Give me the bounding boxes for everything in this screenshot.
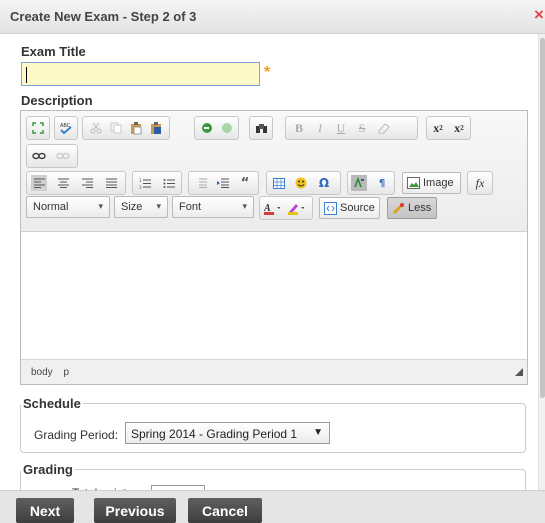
image-icon bbox=[407, 177, 420, 190]
paragraph-format-value: Normal bbox=[33, 201, 69, 213]
element-path: body p bbox=[31, 367, 77, 378]
undo-icon[interactable] bbox=[199, 120, 215, 136]
previous-button[interactable]: Previous bbox=[94, 498, 176, 523]
scrollbar-thumb[interactable] bbox=[540, 38, 545, 398]
scrollbar[interactable] bbox=[538, 34, 545, 490]
remove-format-icon[interactable] bbox=[375, 120, 391, 136]
exam-title-label: Exam Title bbox=[21, 44, 86, 59]
undo-redo-group bbox=[194, 116, 239, 140]
unlink-icon[interactable] bbox=[55, 148, 71, 164]
table-icon[interactable] bbox=[271, 175, 287, 191]
paragraph-mark-icon[interactable]: ¶ bbox=[374, 175, 390, 191]
underline-icon[interactable]: U bbox=[333, 120, 349, 136]
font-family-value: Font bbox=[179, 201, 202, 213]
editor-statusbar: body p bbox=[21, 359, 527, 384]
insert-image-button[interactable]: Image bbox=[402, 172, 461, 194]
chevron-down-icon: ▾ bbox=[156, 201, 161, 211]
outdent-icon[interactable] bbox=[193, 175, 209, 191]
show-blocks-icon[interactable] bbox=[351, 175, 367, 191]
italic-icon[interactable]: I bbox=[312, 120, 328, 136]
cancel-button[interactable]: Cancel bbox=[188, 498, 262, 523]
bulleted-list-icon[interactable] bbox=[161, 175, 177, 191]
grading-period-select[interactable]: Spring 2014 - Grading Period 1 ▼ bbox=[125, 422, 330, 444]
basic-styles-group: B I U S bbox=[285, 116, 418, 140]
grading-period-label: Grading Period: bbox=[34, 428, 119, 442]
smiley-icon[interactable] bbox=[293, 175, 309, 191]
required-marker: * bbox=[264, 64, 271, 81]
source-label: Source bbox=[340, 202, 375, 214]
find-group bbox=[249, 116, 273, 140]
chevron-down-icon: ▾ bbox=[242, 201, 247, 211]
collapse-icon bbox=[392, 202, 405, 215]
chevron-down-icon: ▾ bbox=[98, 201, 103, 211]
dialog-footer: Next Previous Cancel bbox=[0, 490, 545, 523]
formula-group: fx bbox=[467, 171, 493, 195]
close-icon[interactable]: × bbox=[534, 6, 545, 24]
source-button[interactable]: Source bbox=[319, 197, 380, 219]
font-size-value: Size bbox=[121, 201, 143, 213]
background-color-icon[interactable] bbox=[288, 200, 304, 216]
cut-icon[interactable] bbox=[88, 120, 104, 136]
exam-title-input[interactable] bbox=[21, 62, 260, 86]
strikethrough-icon[interactable]: S bbox=[354, 120, 370, 136]
spellcheck-icon[interactable]: ABC bbox=[58, 120, 74, 136]
alignment-group bbox=[26, 171, 126, 195]
dialog-title: Create New Exam - Step 2 of 3 bbox=[10, 9, 197, 24]
paste-from-word-icon[interactable] bbox=[148, 120, 164, 136]
resize-handle[interactable] bbox=[515, 368, 523, 376]
indent-group: “ bbox=[188, 171, 259, 195]
rich-text-editor: ABC B I U S x 2 x 2 1 3 “ Ω ¶ Image fx N… bbox=[20, 110, 528, 385]
script-group: x2 x2 bbox=[426, 116, 471, 140]
schedule-legend: Schedule bbox=[23, 396, 81, 411]
chevron-down-icon: ▼ bbox=[313, 427, 323, 438]
paragraph-format-select[interactable]: Normal ▾ bbox=[26, 196, 110, 218]
next-button[interactable]: Next bbox=[16, 498, 74, 523]
clipboard-group bbox=[82, 116, 170, 140]
justify-icon[interactable] bbox=[103, 175, 119, 191]
dialog-titlebar: Create New Exam - Step 2 of 3 × bbox=[0, 0, 545, 34]
editor-content-area[interactable] bbox=[21, 232, 527, 359]
align-right-icon[interactable] bbox=[79, 175, 95, 191]
font-family-select[interactable]: Font ▾ bbox=[172, 196, 254, 218]
formula-icon[interactable]: fx bbox=[472, 175, 488, 191]
superscript-icon[interactable]: x2 bbox=[430, 120, 446, 136]
maximize-group bbox=[26, 116, 50, 140]
subscript-icon[interactable]: x2 bbox=[451, 120, 467, 136]
numbered-list-icon[interactable]: 13 bbox=[137, 175, 153, 191]
toolbar-collapse-label: Less bbox=[408, 202, 432, 214]
font-size-select[interactable]: Size ▾ bbox=[114, 196, 168, 218]
source-icon bbox=[324, 202, 337, 215]
text-color-icon[interactable]: A bbox=[264, 200, 280, 216]
svg-text:1: 1 bbox=[139, 178, 142, 183]
paste-icon[interactable] bbox=[128, 120, 144, 136]
insert-image-label: Image bbox=[423, 177, 454, 189]
toolbar-collapse-button[interactable]: Less bbox=[387, 197, 437, 219]
text-caret bbox=[26, 67, 27, 83]
maximize-icon[interactable] bbox=[30, 120, 46, 136]
colors-group: A bbox=[259, 196, 313, 220]
indent-icon[interactable] bbox=[215, 175, 231, 191]
find-icon[interactable] bbox=[253, 120, 269, 136]
bidi-group: ¶ bbox=[347, 171, 395, 195]
redo-icon[interactable] bbox=[219, 120, 235, 136]
path-item-p[interactable]: p bbox=[63, 367, 69, 378]
spellcheck-group: ABC bbox=[54, 116, 78, 140]
link-group bbox=[26, 144, 78, 168]
grading-period-value: Spring 2014 - Grading Period 1 bbox=[131, 427, 298, 441]
copy-icon[interactable] bbox=[108, 120, 124, 136]
align-left-icon[interactable] bbox=[31, 175, 47, 191]
insert-group: Ω bbox=[266, 171, 341, 195]
blockquote-icon[interactable]: “ bbox=[237, 175, 253, 191]
description-label: Description bbox=[21, 93, 93, 108]
bold-icon[interactable]: B bbox=[291, 120, 307, 136]
svg-text:3: 3 bbox=[139, 185, 142, 189]
special-char-icon[interactable]: Ω bbox=[316, 175, 332, 191]
grading-legend: Grading bbox=[23, 462, 73, 477]
align-center-icon[interactable] bbox=[55, 175, 71, 191]
editor-toolbar: ABC B I U S x 2 x 2 1 3 “ Ω ¶ Image fx N… bbox=[21, 111, 527, 232]
list-group: 13 bbox=[132, 171, 182, 195]
link-icon[interactable] bbox=[31, 148, 47, 164]
path-item-body[interactable]: body bbox=[31, 367, 53, 378]
